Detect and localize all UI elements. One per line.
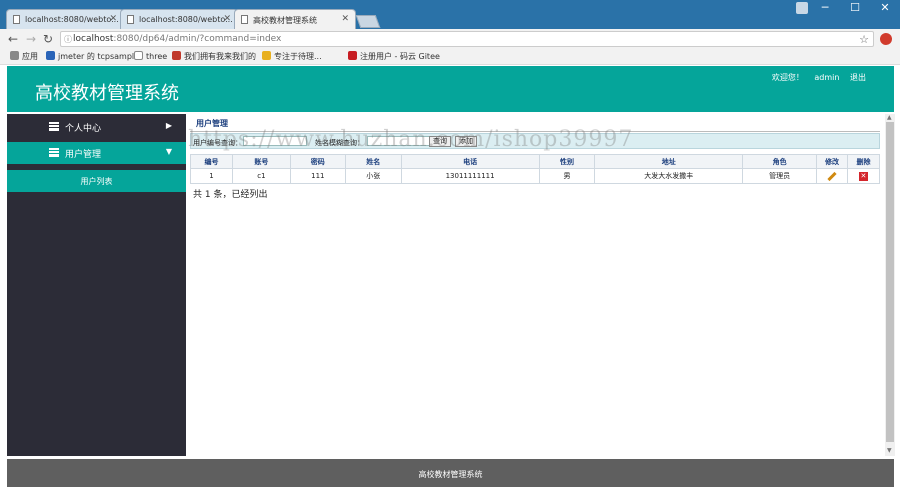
url-path: :8080/dp64/admin/?command=index (113, 34, 282, 44)
url-host: localhost (73, 34, 114, 44)
minimize-icon[interactable]: ─ (810, 0, 840, 18)
sidebar-item-personal-center[interactable]: 个人中心 ▶ (7, 116, 186, 138)
bookmark-apps[interactable]: 应用 (10, 51, 38, 62)
close-icon[interactable]: ✕ (341, 14, 349, 24)
table-row: 1 c1 111 小张 13011111111 男 大发大水发撒丰 管理员 ✕ (190, 168, 881, 184)
extension-icon[interactable] (880, 33, 892, 45)
watermark: https://www.huzhan.com/ishop39997 (188, 127, 634, 152)
cell-gender: 男 (538, 168, 596, 184)
chevron-down-icon: ▼ (165, 147, 172, 156)
browser-tab-bar: localhost:8080/webto... ✕ localhost:8080… (0, 0, 900, 29)
close-icon[interactable]: ✕ (109, 14, 117, 24)
pencil-icon[interactable] (827, 171, 837, 182)
url-input[interactable]: ⓘ localhost:8080/dp64/admin/?command=ind… (60, 31, 874, 47)
logout-link[interactable]: 退出 (850, 73, 866, 82)
gitee-icon (348, 51, 357, 60)
main-content: 用户管理 用户编号查询： 姓名模糊查询： 查询 添加 编号 账号 密码 姓名 电… (186, 114, 884, 456)
browser-tab-2[interactable]: localhost:8080/webto... ✕ (120, 9, 238, 29)
cell-account: c1 (231, 168, 291, 184)
bookmark-gitee[interactable]: 注册用户 - 码云 Gitee (348, 51, 440, 62)
col-header: 编号 (190, 154, 233, 169)
document-icon (13, 15, 20, 24)
site-icon (262, 51, 271, 60)
bookmark-4[interactable]: 我们拥有我来我们的 (172, 51, 256, 62)
bookmarks-bar: 应用 jmeter 的 tcpsample three 我们拥有我来我们的 专注… (0, 49, 900, 65)
star-icon[interactable]: ☆ (859, 33, 869, 46)
tab-title: localhost:8080/webto... (25, 15, 119, 24)
app-header: 高校教材管理系统 欢迎您！ admin 退出 (7, 66, 894, 112)
info-icon: ⓘ (64, 35, 72, 44)
table-header-row: 编号 账号 密码 姓名 电话 性别 地址 角色 修改 删除 (190, 154, 881, 169)
col-header: 姓名 (344, 154, 402, 169)
scroll-up-icon[interactable]: ▲ (887, 114, 892, 121)
col-header: 账号 (231, 154, 291, 169)
col-header: 电话 (400, 154, 540, 169)
delete-icon[interactable]: ✕ (858, 171, 868, 181)
col-header: 性别 (538, 154, 596, 169)
browser-tab-1[interactable]: localhost:8080/webto... ✕ (6, 9, 124, 29)
scrollbar[interactable]: ▲ ▼ (885, 114, 895, 456)
bookmark-jmeter[interactable]: jmeter 的 tcpsample (46, 51, 139, 62)
tab-title: 高校教材管理系统 (253, 16, 317, 25)
forward-icon[interactable]: → (26, 32, 36, 46)
profile-icon[interactable] (796, 2, 808, 14)
col-header: 密码 (289, 154, 346, 169)
user-links: 欢迎您！ admin 退出 (764, 72, 866, 83)
bookmark-three[interactable]: three (134, 51, 167, 61)
total-count: 共 1 条，已经列出 (193, 190, 268, 200)
sidebar: 个人中心 ▶ 用户管理 ▼ 用户列表 (7, 114, 186, 456)
cell-edit (816, 168, 848, 184)
user-table: 编号 账号 密码 姓名 电话 性别 地址 角色 修改 删除 1 c1 111 小… (190, 154, 881, 184)
username-link[interactable]: admin (814, 73, 839, 82)
col-header: 角色 (742, 154, 818, 169)
document-icon (127, 15, 134, 24)
welcome-text: 欢迎您！ (771, 73, 804, 82)
shield-icon (46, 51, 55, 60)
menu-icon (49, 122, 59, 131)
apps-icon (10, 51, 19, 60)
cell-id: 1 (190, 168, 233, 184)
maximize-icon[interactable]: ☐ (840, 0, 870, 18)
cell-role: 管理员 (742, 168, 818, 184)
col-header: 删除 (846, 154, 881, 169)
site-icon (172, 51, 181, 60)
close-icon[interactable]: ✕ (223, 14, 231, 24)
scrollbar-thumb[interactable] (886, 122, 894, 442)
document-icon (241, 15, 248, 24)
back-icon[interactable]: ← (8, 32, 18, 46)
window-close-icon[interactable]: ✕ (870, 0, 900, 18)
reload-icon[interactable]: ↻ (43, 32, 53, 46)
cell-phone: 13011111111 (400, 168, 540, 184)
menu-icon (49, 148, 59, 157)
sidebar-item-user-management[interactable]: 用户管理 ▼ (7, 142, 186, 164)
cell-name: 小张 (344, 168, 402, 184)
cell-password: 111 (289, 168, 346, 184)
cell-address: 大发大水发撒丰 (594, 168, 744, 184)
col-header: 地址 (594, 154, 744, 169)
document-icon (134, 51, 143, 60)
scroll-down-icon[interactable]: ▼ (887, 447, 892, 454)
app-title: 高校教材管理系统 (35, 83, 179, 104)
browser-tab-3[interactable]: 高校教材管理系统 ✕ (234, 9, 356, 29)
bookmark-5[interactable]: 专注于待理... (262, 51, 322, 62)
chevron-right-icon: ▶ (165, 121, 172, 130)
new-tab-button[interactable] (355, 15, 381, 28)
sidebar-item-label: 用户管理 (65, 150, 102, 160)
address-bar-row: ← → ↻ ⓘ localhost:8080/dp64/admin/?comma… (0, 29, 900, 49)
col-header: 修改 (816, 154, 848, 169)
sidebar-subitem-user-list[interactable]: 用户列表 (7, 170, 186, 192)
app-footer: 高校教材管理系统 (7, 459, 894, 487)
sidebar-item-label: 个人中心 (65, 124, 102, 134)
tab-title: localhost:8080/webto... (139, 15, 233, 24)
cell-delete: ✕ (846, 168, 881, 184)
